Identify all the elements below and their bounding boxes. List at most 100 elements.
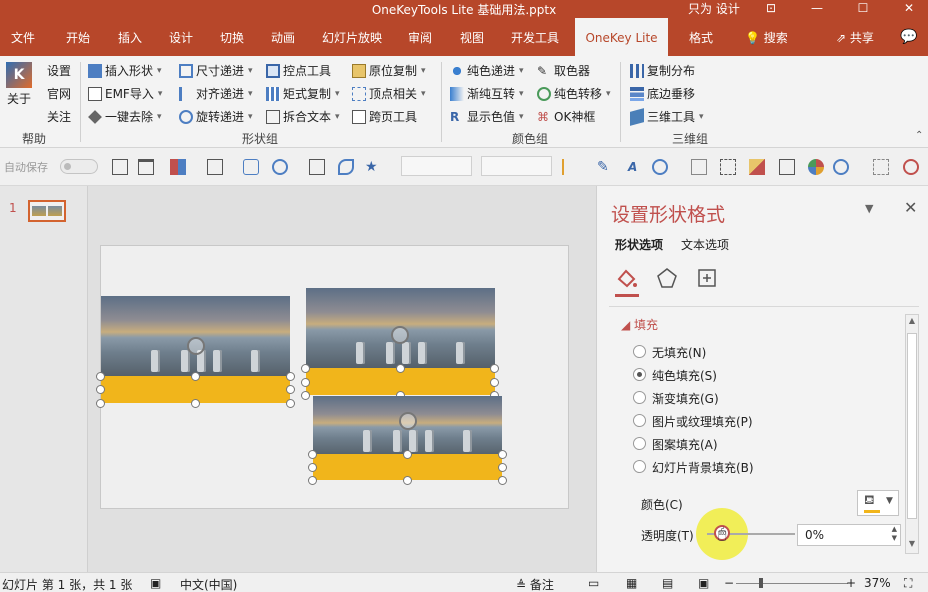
resize-handle[interactable] [403, 450, 412, 459]
about-button[interactable]: K 关于 [6, 62, 32, 107]
radio-solid-fill[interactable] [633, 368, 646, 381]
maximize-button[interactable]: ☐ [840, 0, 886, 18]
color-wheel-icon[interactable] [808, 159, 824, 175]
fill-section-header[interactable]: ◢ 填充 [621, 316, 658, 333]
show-color-value-button[interactable]: R 显示色值 [450, 108, 524, 125]
color-picker-button[interactable]: ✎ 取色器 [537, 62, 590, 79]
settings-button[interactable]: 设置 [47, 62, 71, 79]
collapse-ribbon-icon[interactable]: ⌃ [915, 130, 923, 141]
spell-check-icon[interactable]: ▣ [150, 576, 161, 590]
resize-handle[interactable] [96, 372, 105, 381]
size-increment-button[interactable]: 尺寸递进 [179, 62, 253, 79]
normal-view-icon[interactable]: ▭ [588, 576, 599, 590]
tab-transitions[interactable]: 切换 [208, 18, 256, 56]
resize-handle[interactable] [498, 476, 507, 485]
resize-handle[interactable] [490, 364, 499, 373]
emf-import-button[interactable]: EMF导入 [88, 85, 162, 102]
merge-icon[interactable] [338, 159, 354, 175]
tab-view[interactable]: 视图 [448, 18, 496, 56]
slideshow-icon[interactable]: ▣ [698, 576, 709, 590]
color-theme-icon[interactable] [170, 159, 186, 175]
align-left-icon[interactable] [562, 159, 578, 175]
resize-handle[interactable] [498, 463, 507, 472]
tab-file[interactable]: 文件 [0, 18, 46, 56]
radio-gradient-fill[interactable] [633, 391, 646, 404]
in-place-copy-button[interactable]: 原位复制 [352, 62, 426, 79]
edit-shape-icon[interactable] [691, 159, 707, 175]
tab-home[interactable]: 开始 [54, 18, 102, 56]
format-painter-icon[interactable]: ✎ [597, 159, 613, 175]
fill-color-button[interactable]: ⛾ ▼ [857, 490, 899, 516]
insert-shape-button[interactable]: 插入形状 [88, 62, 162, 79]
notes-button[interactable]: ≜ 备注 [516, 576, 554, 592]
copy-distribute-button[interactable]: 复制分布 [630, 62, 695, 79]
fit-to-window-icon[interactable]: ⛶ [904, 576, 912, 591]
close-button[interactable]: ✕ [886, 0, 928, 18]
pane-scrollbar[interactable]: ▲ ▼ [905, 314, 919, 554]
crop-icon[interactable] [873, 159, 889, 175]
zoom-in-icon[interactable]: + [846, 576, 856, 590]
text-effect-icon[interactable]: A [628, 159, 644, 175]
slide-sorter-icon[interactable]: ▦ [626, 576, 637, 590]
matrix-copy-button[interactable]: 矩式复制 [266, 85, 340, 102]
resize-handle[interactable] [308, 450, 317, 459]
minimize-button[interactable]: — [794, 0, 840, 18]
rotate-handle-icon[interactable] [187, 337, 205, 355]
resize-handle[interactable] [286, 399, 295, 408]
bottom-vertical-shift-button[interactable]: 底边垂移 [630, 85, 695, 102]
autosave-toggle[interactable] [60, 159, 98, 174]
radio-no-fill[interactable] [633, 345, 646, 358]
tab-format[interactable]: 格式 [676, 18, 726, 56]
picture-left[interactable] [101, 296, 290, 376]
spin-down-icon[interactable]: ▼ [892, 534, 897, 542]
pane-close-icon[interactable]: ✕ [904, 198, 917, 217]
resize-handle[interactable] [396, 364, 405, 373]
pane-options-dropdown[interactable]: ▼ [865, 202, 873, 215]
slide-thumbnail[interactable] [28, 200, 66, 222]
one-key-remove-button[interactable]: 一键去除 [88, 108, 162, 125]
vertex-related-button[interactable]: 顶点相关 [352, 85, 426, 102]
tab-onekey-lite[interactable]: OneKey Lite [575, 18, 668, 56]
zoom-level[interactable]: 37% [864, 576, 891, 590]
bring-forward-icon[interactable] [749, 159, 765, 175]
resize-handle[interactable] [498, 450, 507, 459]
zoom-out-icon[interactable]: − [724, 576, 734, 590]
spin-up-icon[interactable]: ▲ [892, 525, 897, 533]
shape-outline-icon[interactable] [652, 159, 668, 175]
height-input[interactable] [481, 156, 552, 176]
resize-handle[interactable] [96, 399, 105, 408]
resize-handle[interactable] [301, 391, 310, 400]
tab-shape-options[interactable]: 形状选项 [615, 236, 663, 253]
rotate-handle-icon[interactable] [391, 326, 409, 344]
zoom-slider-track[interactable] [736, 583, 848, 584]
width-input[interactable] [401, 156, 472, 176]
resize-handle[interactable] [191, 372, 200, 381]
align-increment-button[interactable]: 对齐递进 [179, 85, 253, 102]
zoom-slider-knob[interactable] [759, 578, 763, 588]
resize-handle[interactable] [308, 463, 317, 472]
fill-line-icon[interactable] [615, 266, 639, 290]
tell-me-search[interactable]: 💡 搜索 [745, 18, 788, 58]
resize-handle[interactable] [308, 476, 317, 485]
selection-pane-icon[interactable] [720, 159, 736, 175]
reading-view-icon[interactable]: ▤ [662, 576, 673, 590]
cross-page-tool-button[interactable]: 跨页工具 [352, 108, 417, 125]
tab-insert[interactable]: 插入 [106, 18, 154, 56]
tab-slideshow[interactable]: 幻灯片放映 [313, 18, 391, 56]
rotate-handle-icon[interactable] [399, 412, 417, 430]
tab-text-options[interactable]: 文本选项 [681, 236, 729, 253]
slide-canvas[interactable] [96, 245, 569, 509]
comments-icon[interactable]: 💬 [900, 29, 917, 45]
website-button[interactable]: 官网 [47, 85, 71, 102]
transparency-input[interactable]: 0% ▲ ▼ [797, 524, 901, 546]
tab-animations[interactable]: 动画 [259, 18, 307, 56]
split-merge-text-button[interactable]: 拆合文本 [266, 108, 340, 125]
solid-color-increment-button[interactable]: 纯色递进 [450, 62, 524, 79]
resize-handle[interactable] [191, 399, 200, 408]
gradient-solid-swap-button[interactable]: 渐纯互转 [450, 85, 524, 102]
3d-tool-button[interactable]: 三维工具 [630, 107, 704, 126]
tab-design[interactable]: 设计 [157, 18, 205, 56]
new-slide-icon[interactable] [112, 159, 128, 175]
ribbon-display-options-button[interactable]: ⊡ [748, 0, 794, 18]
tab-review[interactable]: 审阅 [396, 18, 444, 56]
